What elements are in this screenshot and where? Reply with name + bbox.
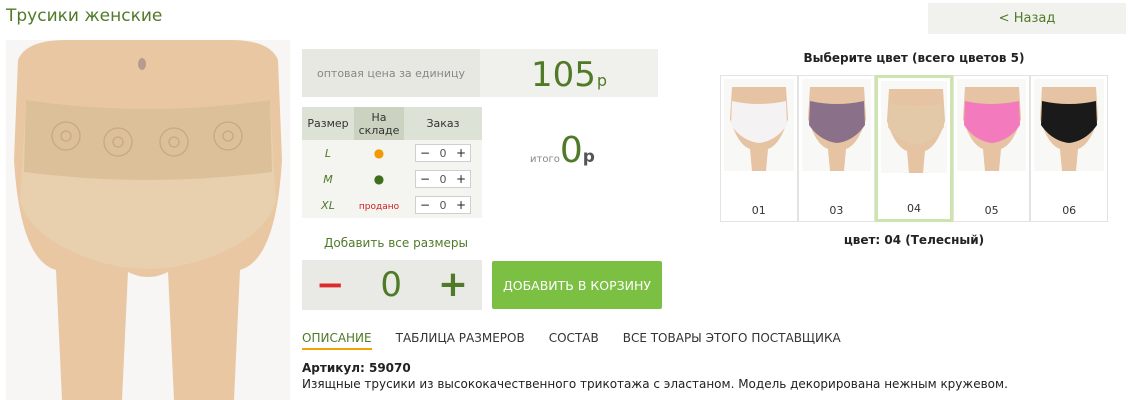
quantity-stepper: − 0 + bbox=[415, 196, 471, 214]
back-button[interactable]: < Назад bbox=[928, 3, 1126, 34]
swatch-thumbnail bbox=[724, 79, 794, 171]
quantity-stepper: − 0 + bbox=[415, 144, 471, 162]
stock-dot-icon: ● bbox=[373, 146, 385, 160]
quantity-stepper: − 0 + bbox=[415, 170, 471, 188]
tab-description[interactable]: ОПИСАНИЕ bbox=[302, 331, 372, 350]
price-amount: 105 bbox=[530, 55, 596, 95]
total-label: итого bbox=[530, 154, 560, 165]
order-cell: − 0 + bbox=[404, 140, 482, 166]
tab-size-chart[interactable]: ТАБЛИЦА РАЗМЕРОВ bbox=[396, 331, 525, 350]
navel-jewelry-icon bbox=[138, 58, 146, 70]
price-value: 105 р bbox=[480, 49, 658, 97]
decrement-button[interactable]: − bbox=[420, 198, 430, 212]
add-all-sizes-link[interactable]: Добавить все размеры bbox=[324, 236, 468, 250]
product-photo bbox=[6, 40, 290, 400]
order-column-header: Заказ bbox=[404, 107, 482, 140]
color-swatch-01[interactable]: 01 bbox=[720, 75, 798, 222]
decrement-button[interactable]: − bbox=[420, 146, 430, 160]
size-cell: L bbox=[302, 140, 354, 166]
quantity-value[interactable]: 0 bbox=[440, 173, 447, 186]
order-total: итого 0 р bbox=[530, 130, 595, 171]
stock-indicator: ● bbox=[354, 140, 404, 166]
color-picker-title: Выберите цвет (всего цветов 5) bbox=[803, 51, 1025, 65]
product-description: Изящные трусики из высококачественного т… bbox=[302, 377, 1008, 391]
swatch-code: 03 bbox=[829, 204, 844, 217]
quantity-stepper-large: − 0 + bbox=[302, 260, 482, 310]
increment-button[interactable]: + bbox=[438, 267, 468, 303]
stock-indicator: ● bbox=[354, 166, 404, 192]
quantity-value[interactable]: 0 bbox=[380, 265, 402, 305]
color-swatch-04[interactable]: 04 bbox=[875, 75, 953, 222]
color-swatch-05[interactable]: 05 bbox=[952, 75, 1031, 222]
swatch-thumbnail bbox=[1034, 79, 1104, 171]
swatch-thumbnail bbox=[801, 79, 872, 171]
size-table: Размер На складе Заказ L ● − 0 + M ● − 0… bbox=[302, 107, 482, 218]
tab-composition[interactable]: СОСТАВ bbox=[549, 331, 599, 350]
tab-supplier-products[interactable]: ВСЕ ТОВАРЫ ЭТОГО ПОСТАВЩИКА bbox=[623, 331, 841, 350]
quantity-value[interactable]: 0 bbox=[440, 199, 447, 212]
price-currency: р bbox=[596, 71, 608, 90]
swatch-code: 06 bbox=[1062, 204, 1077, 217]
increment-button[interactable]: + bbox=[456, 198, 466, 212]
size-column-header: Размер bbox=[302, 107, 354, 140]
stock-column-header: На складе bbox=[354, 107, 404, 140]
color-swatch-03[interactable]: 03 bbox=[797, 75, 876, 222]
size-cell: M bbox=[302, 166, 354, 192]
decrement-button[interactable]: − bbox=[316, 268, 345, 302]
stock-header-line2: складе bbox=[358, 123, 400, 137]
total-currency: р bbox=[582, 147, 595, 167]
price-row: оптовая цена за единицу 105 р bbox=[302, 49, 658, 97]
total-amount: 0 bbox=[559, 130, 583, 171]
page-title: Трусики женские bbox=[6, 6, 163, 26]
table-row: L ● − 0 + bbox=[302, 140, 482, 166]
stock-indicator: продано bbox=[354, 192, 404, 218]
size-cell: XL bbox=[302, 192, 354, 218]
increment-button[interactable]: + bbox=[456, 172, 466, 186]
stock-header-line1: На bbox=[371, 110, 387, 124]
price-label: оптовая цена за единицу bbox=[302, 49, 480, 97]
add-to-cart-button[interactable]: ДОБАВИТЬ В КОРЗИНУ bbox=[492, 261, 662, 309]
article-number: Артикул: 59070 bbox=[302, 361, 411, 375]
swatch-code: 01 bbox=[751, 204, 766, 217]
table-row: M ● − 0 + bbox=[302, 166, 482, 192]
product-image[interactable] bbox=[6, 40, 290, 400]
stock-dot-icon: ● bbox=[373, 172, 385, 186]
swatch-thumbnail bbox=[881, 81, 947, 173]
decrement-button[interactable]: − bbox=[420, 172, 430, 186]
product-tabs: ОПИСАНИЕ ТАБЛИЦА РАЗМЕРОВ СОСТАВ ВСЕ ТОВ… bbox=[302, 331, 865, 350]
sold-label: продано bbox=[358, 201, 400, 212]
swatch-code: 04 bbox=[906, 202, 921, 215]
color-swatches: 01 03 04 05 06 bbox=[720, 75, 1108, 222]
quantity-value[interactable]: 0 bbox=[440, 147, 447, 160]
selected-color-label: цвет: 04 (Телесный) bbox=[843, 233, 985, 247]
order-cell: − 0 + bbox=[404, 166, 482, 192]
swatch-thumbnail bbox=[956, 79, 1027, 171]
swatch-code: 05 bbox=[984, 204, 999, 217]
increment-button[interactable]: + bbox=[456, 146, 466, 160]
color-swatch-06[interactable]: 06 bbox=[1030, 75, 1108, 222]
table-row: XL продано − 0 + bbox=[302, 192, 482, 218]
order-cell: − 0 + bbox=[404, 192, 482, 218]
